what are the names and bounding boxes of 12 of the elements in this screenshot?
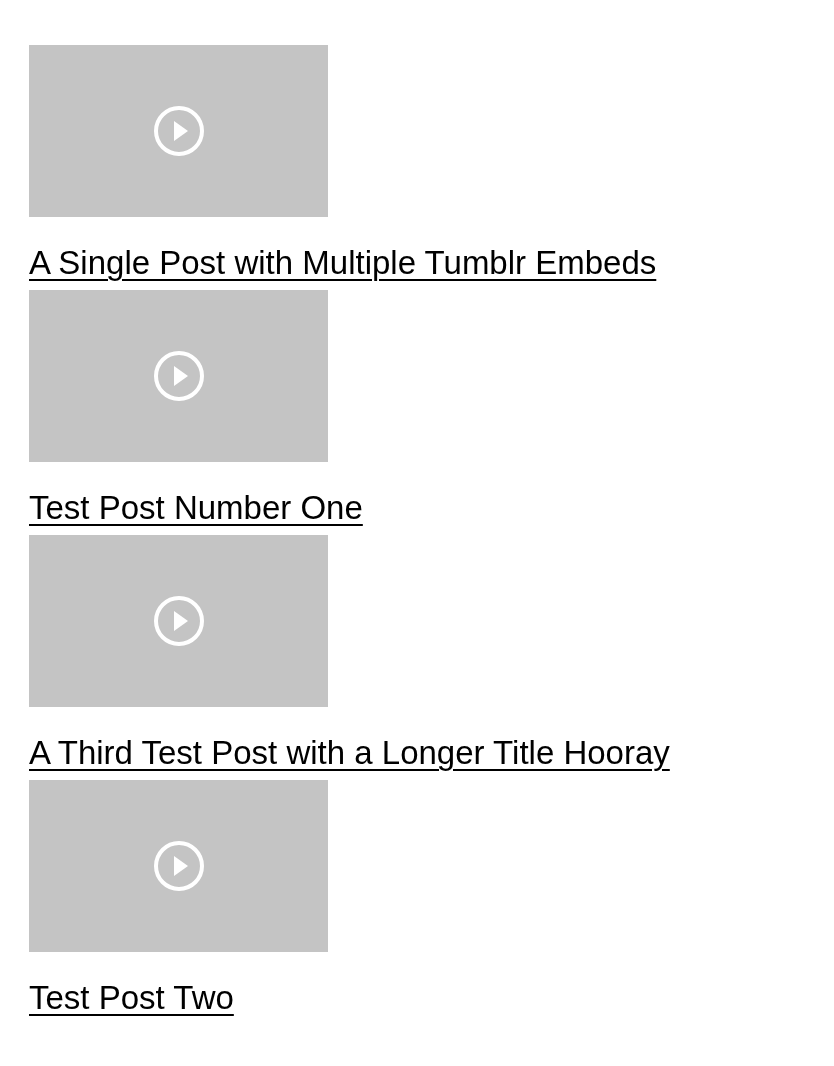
video-placeholder[interactable] — [29, 780, 328, 952]
video-placeholder[interactable] — [29, 535, 328, 707]
video-placeholder[interactable] — [29, 45, 328, 217]
post-title-link[interactable]: Test Post Number One — [29, 487, 363, 529]
play-icon — [152, 840, 205, 892]
play-icon — [152, 595, 205, 647]
post-title-link[interactable]: A Third Test Post with a Longer Title Hooray — [29, 732, 670, 774]
video-placeholder[interactable] — [29, 290, 328, 462]
play-icon — [152, 105, 205, 157]
play-icon — [152, 350, 205, 402]
post-title-link[interactable]: A Single Post with Multiple Tumblr Embeds — [29, 242, 657, 284]
post-title-link[interactable]: Test Post Two — [29, 977, 234, 1019]
